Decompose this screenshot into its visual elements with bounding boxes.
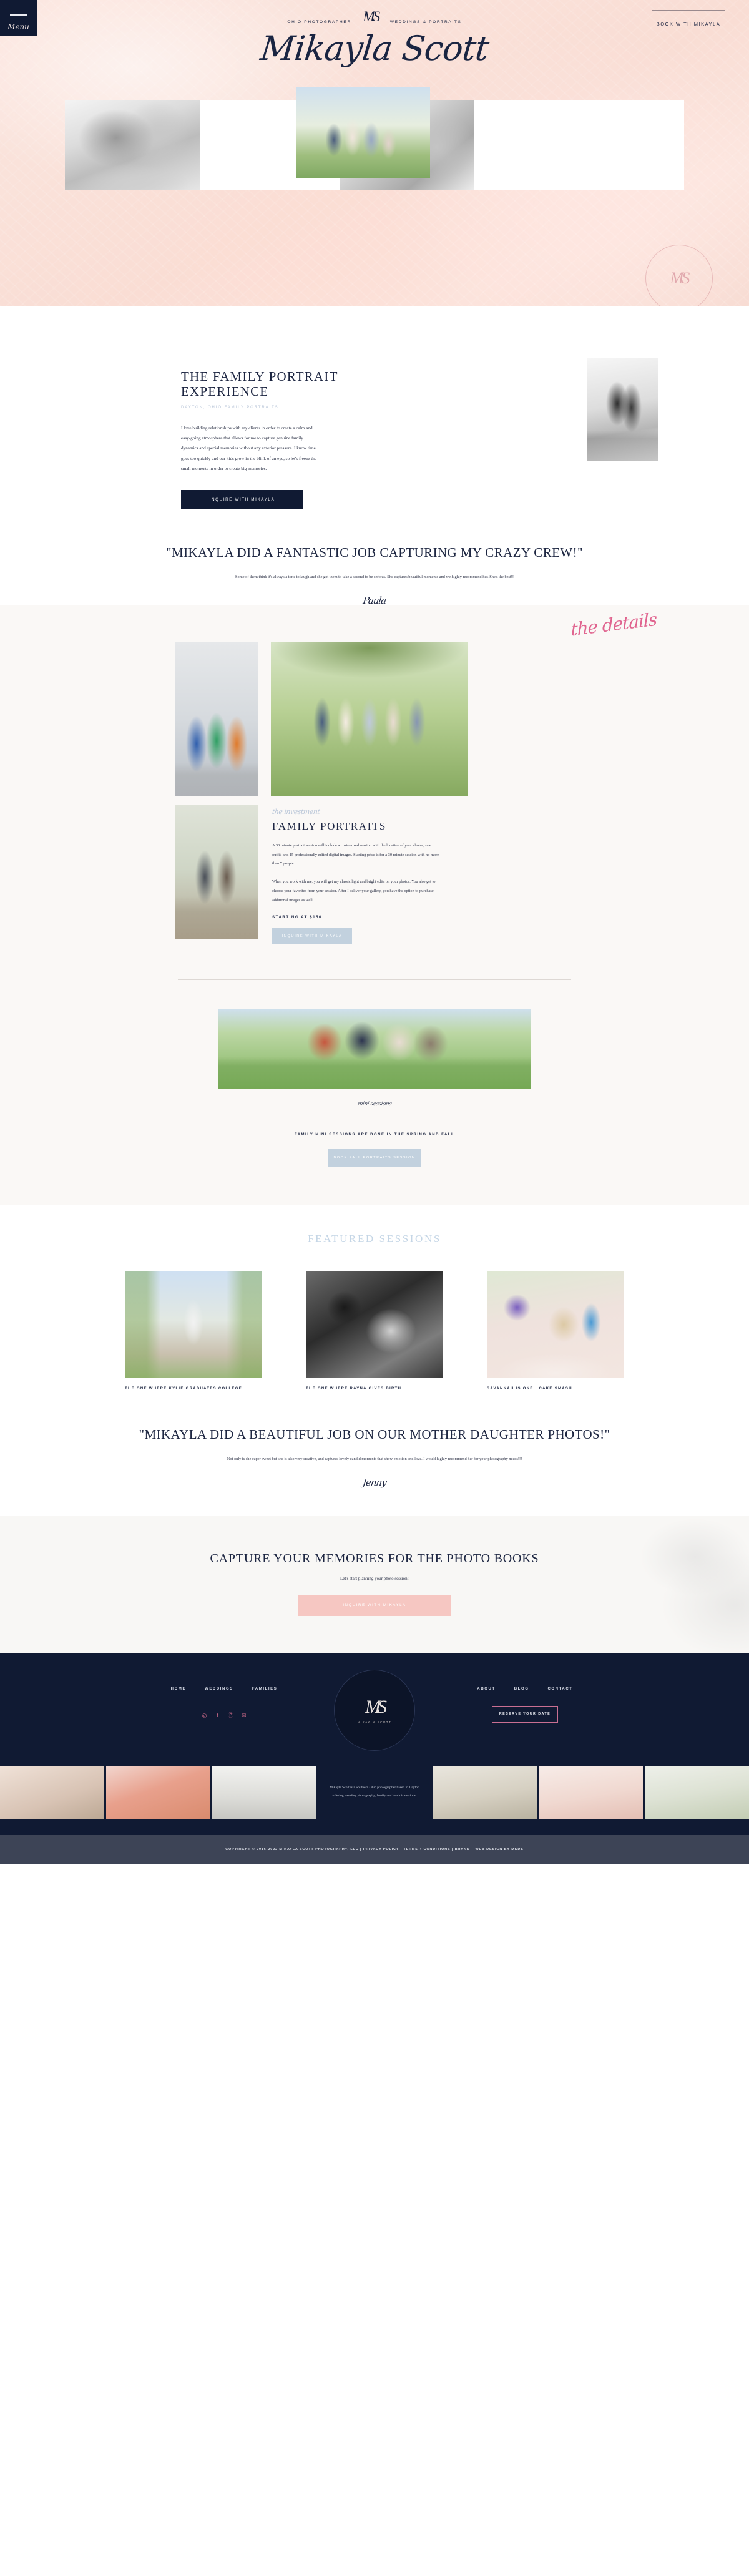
- hero-photo-row-2: [162, 87, 589, 178]
- footer-social-links: ◎ f Ⓟ ✉: [130, 1712, 318, 1719]
- footer-nav-right: ABOUT BLOG CONTACT: [431, 1687, 619, 1691]
- cta-subheading: Let's start planning your photo session!: [340, 1575, 409, 1581]
- footer-photo-strip: Mikayla Scott is a Southern Ohio photogr…: [0, 1765, 749, 1819]
- cta-section: CAPTURE YOUR MEMORIES FOR THE PHOTO BOOK…: [0, 1515, 749, 1653]
- footer-link-home[interactable]: HOME: [171, 1687, 186, 1691]
- footer-photo-5[interactable]: [539, 1765, 643, 1819]
- branch-decoration: [512, 1515, 749, 1653]
- section-divider: [178, 979, 571, 981]
- facebook-icon[interactable]: f: [214, 1712, 221, 1719]
- details-section: the details the investment FAMILY PORTRA…: [0, 605, 749, 1206]
- featured-card[interactable]: THE ONE WHERE RAYNA GIVES BIRTH: [306, 1271, 443, 1393]
- email-icon[interactable]: ✉: [240, 1712, 247, 1719]
- featured-sessions-section: FEATURED SESSIONS THE ONE WHERE KYLIE GR…: [0, 1205, 749, 1516]
- brand-block: OHIO PHOTOGRAPHER MS WEDDINGS & PORTRAIT…: [0, 9, 749, 68]
- experience-eyebrow: DAYTON, OHIO FAMILY PORTRAITS: [181, 406, 279, 410]
- footer-crest-logo[interactable]: MS MIKAYLA SCOTT: [334, 1669, 415, 1751]
- investment-paragraph-2: When you work with me, you will get my c…: [272, 879, 436, 903]
- watermark-seal: MS: [645, 245, 713, 306]
- footer-bio-text: Mikayla Scott is a Southern Ohio photogr…: [330, 1786, 419, 1798]
- investment-inquire-button[interactable]: INQUIRE WITH MIKAYLA: [272, 928, 352, 945]
- cta-heading: CAPTURE YOUR MEMORIES FOR THE PHOTO BOOK…: [210, 1551, 539, 1565]
- experience-heading: THE FAMILY PORTRAIT EXPERIENCE: [181, 369, 338, 399]
- details-script-heading: the details: [570, 609, 657, 640]
- footer-copyright-text[interactable]: COPYRIGHT © 2016-2022 MIKAYLA SCOTT PHOT…: [225, 1848, 523, 1851]
- testimonial-2-signature: Jenny: [361, 1476, 388, 1488]
- featured-grid: THE ONE WHERE KYLIE GRADUATES COLLEGE TH…: [125, 1271, 624, 1393]
- family-portrait-experience-section: THE FAMILY PORTRAIT EXPERIENCE DAYTON, O…: [0, 306, 749, 634]
- instagram-icon[interactable]: ◎: [201, 1712, 208, 1719]
- page-root: Menu OHIO PHOTOGRAPHER MS WEDDINGS & POR…: [0, 0, 749, 1864]
- footer-link-contact[interactable]: CONTACT: [547, 1687, 572, 1691]
- footer-bio: Mikayla Scott is a Southern Ohio photogr…: [318, 1765, 431, 1819]
- investment-photo: [175, 805, 258, 939]
- footer-photo-4[interactable]: [433, 1765, 537, 1819]
- footer-monogram: MS: [365, 1696, 387, 1717]
- tagline-right: WEDDINGS & PORTRAITS: [389, 19, 462, 24]
- featured-photo-cake-smash: [487, 1271, 624, 1378]
- tagline-left: OHIO PHOTOGRAPHER: [287, 19, 351, 24]
- investment-block: the investment FAMILY PORTRAITS A 30 min…: [175, 805, 574, 945]
- featured-caption: SAVANNAH IS ONE | CAKE SMASH: [487, 1387, 572, 1391]
- footer-right-column: ABOUT BLOG CONTACT RESERVE YOUR DATE: [431, 1673, 619, 1723]
- reserve-your-date-button[interactable]: RESERVE YOUR DATE: [492, 1705, 558, 1723]
- footer: HOME WEDDINGS FAMILIES ◎ f Ⓟ ✉ MS MIKAYL…: [0, 1653, 749, 1864]
- hero-section: Menu OHIO PHOTOGRAPHER MS WEDDINGS & POR…: [0, 0, 749, 306]
- footer-photo-1[interactable]: [0, 1765, 104, 1819]
- cta-inquire-button[interactable]: INQUIRE WITH MIKAYLA: [298, 1594, 451, 1616]
- pinterest-icon[interactable]: Ⓟ: [227, 1712, 234, 1719]
- testimonial-2: "MIKAYLA DID A BEAUTIFUL JOB ON OUR MOTH…: [0, 1426, 749, 1516]
- featured-caption: THE ONE WHERE RAYNA GIVES BIRTH: [306, 1387, 402, 1391]
- inquire-with-mikayla-button[interactable]: INQUIRE WITH MIKAYLA: [181, 490, 303, 509]
- menu-label[interactable]: Menu: [0, 17, 37, 36]
- footer-copyright-bar: COPYRIGHT © 2016-2022 MIKAYLA SCOTT PHOT…: [0, 1834, 749, 1864]
- featured-card[interactable]: SAVANNAH IS ONE | CAKE SMASH: [487, 1271, 624, 1393]
- brand-name: Mikayla Scott: [258, 29, 491, 68]
- featured-heading: FEATURED SESSIONS: [308, 1233, 441, 1245]
- footer-link-blog[interactable]: BLOG: [514, 1687, 529, 1691]
- book-fall-portraits-button[interactable]: BOOK FALL PORTRAITS SESSION: [328, 1149, 421, 1167]
- footer-photo-2[interactable]: [106, 1765, 210, 1819]
- investment-script-label: the investment: [272, 808, 321, 816]
- footer-photo-6[interactable]: [645, 1765, 749, 1819]
- mini-sessions-script-heading: mini sessions: [356, 1101, 393, 1108]
- experience-photo: [587, 358, 658, 461]
- hero-photo-family: [296, 87, 430, 178]
- testimonial-2-body: Not only is she super sweet but she is a…: [227, 1456, 522, 1461]
- experience-body: I love building relationships with my cl…: [181, 426, 317, 471]
- footer-top: HOME WEDDINGS FAMILIES ◎ f Ⓟ ✉ MS MIKAYL…: [0, 1669, 749, 1761]
- investment-paragraph-1: A 30 minute portrait session will includ…: [272, 843, 439, 866]
- experience-inner: THE FAMILY PORTRAIT EXPERIENCE DAYTON, O…: [62, 358, 687, 509]
- experience-text-column: THE FAMILY PORTRAIT EXPERIENCE DAYTON, O…: [181, 358, 368, 509]
- investment-price: STARTING AT $150: [272, 915, 322, 920]
- mini-sessions-photo: [218, 1009, 531, 1089]
- monogram-text: MS: [363, 9, 381, 24]
- investment-text: the investment FAMILY PORTRAITS A 30 min…: [272, 805, 459, 945]
- footer-left-column: HOME WEDDINGS FAMILIES ◎ f Ⓟ ✉: [130, 1673, 318, 1719]
- details-photo-field: [271, 642, 468, 796]
- footer-photo-3[interactable]: [212, 1765, 316, 1819]
- investment-heading: FAMILY PORTRAITS: [272, 820, 386, 832]
- featured-caption: THE ONE WHERE KYLIE GRADUATES COLLEGE: [125, 1387, 242, 1391]
- footer-spacer: [0, 1818, 749, 1835]
- testimonial-1-quote: "MIKAYLA DID A FANTASTIC JOB CAPTURING M…: [166, 545, 583, 561]
- featured-photo-birth: [306, 1271, 443, 1378]
- footer-nav-left: HOME WEDDINGS FAMILIES: [130, 1687, 318, 1691]
- details-photo-teens: [175, 642, 258, 796]
- details-photo-grid: [175, 642, 574, 796]
- footer-link-weddings[interactable]: WEDDINGS: [205, 1687, 233, 1691]
- featured-photo-graduation: [125, 1271, 262, 1378]
- testimonial-2-quote: "MIKAYLA DID A BEAUTIFUL JOB ON OUR MOTH…: [139, 1427, 610, 1442]
- footer-crest-name: MIKAYLA SCOTT: [357, 1720, 392, 1724]
- mini-sessions-block: mini sessions FAMILY MINI SESSIONS ARE D…: [162, 1009, 587, 1167]
- mini-sessions-note: FAMILY MINI SESSIONS ARE DONE IN THE SPR…: [294, 1133, 455, 1137]
- book-with-mikayla-button[interactable]: BOOK WITH MIKAYLA: [652, 10, 725, 37]
- footer-link-about[interactable]: ABOUT: [477, 1687, 495, 1691]
- footer-link-families[interactable]: FAMILIES: [252, 1687, 277, 1691]
- testimonial-1-body: Some of them think it's always a time to…: [235, 574, 514, 579]
- featured-card[interactable]: THE ONE WHERE KYLIE GRADUATES COLLEGE: [125, 1271, 262, 1393]
- testimonial-1-signature: Paula: [362, 594, 387, 606]
